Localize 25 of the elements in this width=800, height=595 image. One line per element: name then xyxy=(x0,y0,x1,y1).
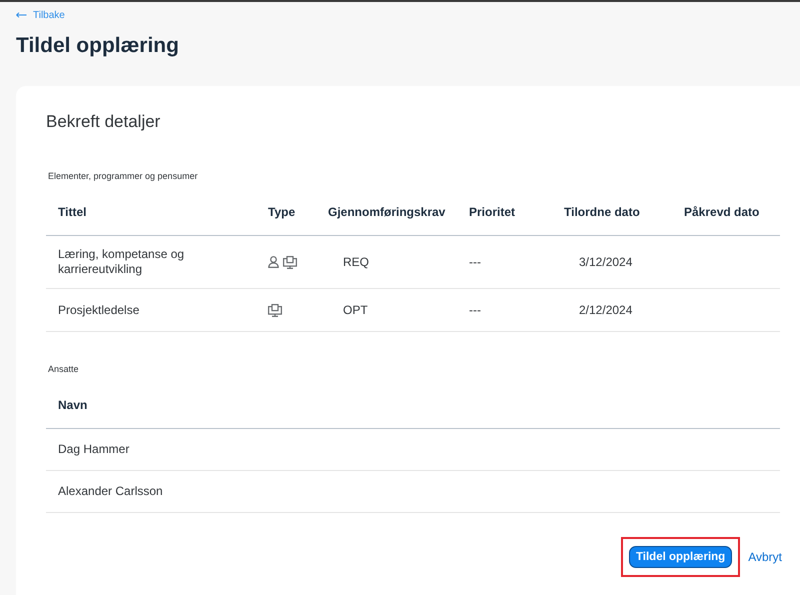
column-header: Tilordne dato xyxy=(564,204,641,220)
table-cell-text: --- xyxy=(468,302,482,318)
column-header: Type xyxy=(267,204,296,220)
section-caption: Ansatte xyxy=(48,364,80,374)
column-header: Påkrevd dato xyxy=(683,204,760,220)
table-cell-text: 2/12/2024 xyxy=(578,302,634,318)
table-cell-text: 3/12/2024 xyxy=(578,254,634,270)
table-cell-text: Alexander Carlsson xyxy=(57,484,163,499)
back-arrow-icon xyxy=(16,12,27,18)
table-cell-text: --- xyxy=(468,254,482,270)
table-cell-text: Læring, kompetanse og karriereutvikling xyxy=(57,247,186,277)
cancel-link[interactable]: Avbryt xyxy=(748,550,782,564)
card-title: Bekreft detaljer xyxy=(46,112,162,132)
page-title: Tildel opplæring xyxy=(16,33,180,59)
column-header: Gjennomføringskrav xyxy=(328,204,446,220)
table-cell-text: Prosjektledelse xyxy=(57,302,140,318)
column-header: Prioritet xyxy=(468,204,516,220)
section-caption: Elementer, programmer og pensumer xyxy=(48,171,199,181)
table-cell-text: REQ xyxy=(342,254,370,270)
back-link[interactable]: Tilbake xyxy=(16,10,65,20)
table-cell-text: OPT xyxy=(342,302,369,318)
table-cell-text: Dag Hammer xyxy=(57,442,130,457)
column-header: Tittel xyxy=(57,204,88,220)
assign-button[interactable]: Tildel opplæring xyxy=(628,546,732,568)
column-header: Navn xyxy=(57,398,88,412)
